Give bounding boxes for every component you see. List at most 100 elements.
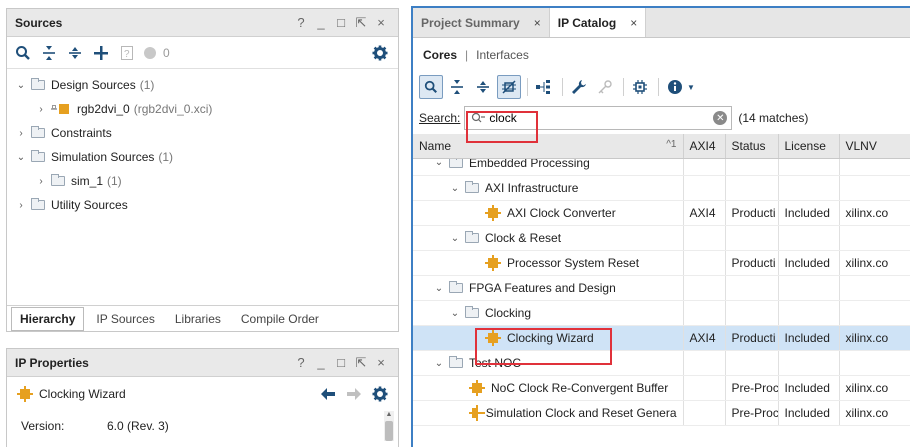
help-icon[interactable]: ?	[292, 14, 310, 32]
row-name: Clock & Reset	[485, 231, 562, 245]
match-count: (14 matches)	[738, 111, 809, 125]
col-license[interactable]: License	[778, 134, 840, 159]
chevron-down-icon[interactable]: ⌄	[433, 159, 445, 169]
tab-libraries[interactable]: Libraries	[167, 308, 229, 330]
chevron-down-icon[interactable]: ⌄	[449, 308, 461, 319]
row-license	[778, 225, 840, 251]
ip-core-icon	[17, 386, 33, 402]
collapse-all-icon[interactable]	[445, 75, 469, 99]
chevron-down-icon[interactable]: ⌄	[15, 80, 27, 91]
folder-icon	[449, 158, 463, 168]
chevron-down-icon[interactable]: ⌄	[449, 233, 461, 244]
table-row[interactable]: AXI Clock Converter AXI4 Producti Includ…	[413, 200, 910, 226]
row-license	[778, 158, 840, 176]
folder-icon	[51, 174, 65, 186]
search-icon[interactable]	[11, 41, 35, 65]
selected-ip-name: Clocking Wizard	[39, 387, 126, 401]
chevron-down-icon[interactable]: ⌄	[449, 183, 461, 194]
properties-icon[interactable]: ?	[115, 41, 139, 65]
float-icon[interactable]: ⇱	[352, 14, 370, 32]
tree-item-utility-sources[interactable]: › Utility Sources	[7, 193, 398, 217]
tab-ip-catalog[interactable]: IP Catalog ×	[549, 8, 647, 37]
gear-icon[interactable]	[368, 41, 392, 65]
maximize-icon[interactable]: □	[332, 354, 350, 372]
group-by-icon[interactable]	[532, 75, 556, 99]
table-row[interactable]: Processor System Reset Producti Included…	[413, 250, 910, 276]
scrollbar-thumb[interactable]	[385, 421, 393, 441]
tree-item-sim1[interactable]: › sim_1 (1)	[7, 169, 398, 193]
ip-core-icon	[485, 205, 501, 221]
expand-all-icon[interactable]	[63, 41, 87, 65]
col-name[interactable]: Name ^1	[413, 134, 684, 159]
forward-arrow-icon[interactable]	[342, 382, 366, 406]
tree-item-label: Utility Sources	[51, 198, 128, 212]
table-body-viewport: ⌄ Embedded Processing ⌄ AXI Infrastructure	[413, 158, 910, 429]
chevron-right-icon[interactable]: ›	[15, 128, 27, 139]
row-license: Included	[778, 375, 840, 401]
chip-icon[interactable]	[628, 75, 652, 99]
scrollbar-up-icon[interactable]: ▲	[384, 411, 394, 419]
row-status: Producti	[725, 325, 779, 351]
subtab-cores[interactable]: Cores	[423, 48, 457, 62]
wrench-icon[interactable]	[567, 75, 591, 99]
table-row[interactable]: ⌄ FPGA Features and Design	[413, 275, 910, 301]
gear-icon[interactable]	[368, 382, 392, 406]
minimize-icon[interactable]: _	[312, 14, 330, 32]
row-vlnv: xilinx.co	[839, 250, 910, 276]
row-status: Producti	[725, 250, 779, 276]
close-icon[interactable]: ×	[372, 354, 390, 372]
tree-item-constraints[interactable]: › Constraints	[7, 121, 398, 145]
row-name: Processor System Reset	[507, 256, 640, 270]
minimize-icon[interactable]: _	[312, 354, 330, 372]
row-status	[725, 300, 779, 326]
chevron-right-icon[interactable]: ›	[15, 200, 27, 211]
chevron-down-icon[interactable]: ⌄	[433, 283, 445, 294]
table-row[interactable]: ⌄ AXI Infrastructure	[413, 175, 910, 201]
col-axi4[interactable]: AXI4	[683, 134, 726, 159]
dropdown-caret-icon[interactable]: ▼	[687, 83, 695, 92]
tree-item-count: (1)	[107, 174, 122, 188]
key-icon[interactable]	[593, 75, 617, 99]
ip-block-icon	[51, 103, 71, 115]
close-icon[interactable]: ×	[372, 14, 390, 32]
chevron-right-icon[interactable]: ›	[35, 104, 47, 115]
tree-item-simulation-sources[interactable]: ⌄ Simulation Sources (1)	[7, 145, 398, 169]
ip-core-icon	[485, 255, 501, 271]
row-status: Pre-Proc	[725, 400, 779, 426]
float-icon[interactable]: ⇱	[352, 354, 370, 372]
ip-version-row: Version: 6.0 (Rev. 3) ▲	[7, 411, 398, 441]
search-icon[interactable]	[419, 75, 443, 99]
toolbar-separator	[562, 78, 563, 96]
info-icon[interactable]	[663, 75, 687, 99]
flatten-hierarchy-icon[interactable]	[497, 75, 521, 99]
tree-item-rgb2dvi[interactable]: › rgb2dvi_0 (rgb2dvi_0.xci)	[7, 97, 398, 121]
tree-item-design-sources[interactable]: ⌄ Design Sources (1)	[7, 73, 398, 97]
catalog-toolbar: ▼	[413, 72, 910, 102]
collapse-all-icon[interactable]	[37, 41, 61, 65]
clear-search-icon[interactable]: ✕	[713, 111, 728, 125]
table-row[interactable]: ⌄ Clock & Reset	[413, 225, 910, 251]
col-vlnv[interactable]: VLNV	[839, 134, 910, 159]
table-row[interactable]: NoC Clock Re-Convergent Buffer Pre-Proc …	[413, 375, 910, 401]
chevron-right-icon[interactable]: ›	[35, 176, 47, 187]
scrollbar[interactable]: ▲	[384, 411, 394, 441]
editor-tabbar: Project Summary × IP Catalog ×	[413, 8, 910, 38]
table-row[interactable]: ⌄ Clocking	[413, 300, 910, 326]
chevron-down-icon[interactable]: ⌄	[15, 152, 27, 163]
col-status[interactable]: Status	[725, 134, 779, 159]
help-icon[interactable]: ?	[292, 354, 310, 372]
close-tab-icon[interactable]: ×	[630, 16, 637, 30]
tab-ip-sources[interactable]: IP Sources	[88, 308, 162, 330]
table-row[interactable]: Simulation Clock and Reset Genera Pre-Pr…	[413, 400, 910, 426]
chevron-down-icon[interactable]: ⌄	[433, 358, 445, 369]
close-tab-icon[interactable]: ×	[534, 16, 541, 30]
maximize-icon[interactable]: □	[332, 14, 350, 32]
subtab-interfaces[interactable]: Interfaces	[476, 48, 529, 62]
add-sources-icon[interactable]	[89, 41, 113, 65]
tab-hierarchy[interactable]: Hierarchy	[11, 306, 85, 331]
back-arrow-icon[interactable]	[316, 382, 340, 406]
expand-all-icon[interactable]	[471, 75, 495, 99]
table-row[interactable]: ⌄ Embedded Processing	[413, 158, 910, 176]
tab-compile-order[interactable]: Compile Order	[233, 308, 327, 330]
tab-project-summary[interactable]: Project Summary ×	[413, 8, 550, 37]
